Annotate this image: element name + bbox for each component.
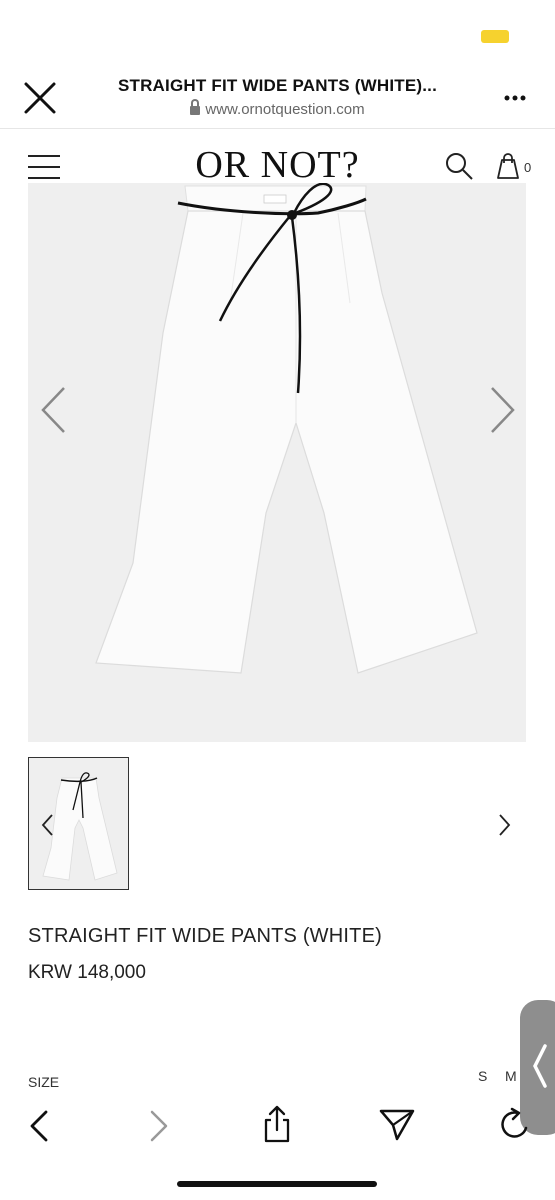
reload-button[interactable] (496, 1106, 534, 1142)
header-divider (0, 128, 555, 129)
url-display[interactable]: www.ornotquestion.com (90, 99, 465, 118)
chevron-left-icon (41, 387, 65, 433)
more-icon (504, 95, 526, 101)
search-icon (446, 153, 473, 180)
chevron-right-icon (491, 387, 515, 433)
chevron-right-icon (499, 814, 511, 836)
brand-logo[interactable]: OR NOT? (170, 143, 385, 187)
product-price: KRW 148,000 (28, 962, 146, 983)
shopping-bag-icon (497, 153, 519, 179)
send-icon (379, 1109, 415, 1141)
thumbnail-next-button[interactable] (496, 813, 512, 837)
chevron-left-icon (41, 814, 53, 836)
close-icon (24, 82, 56, 114)
battery-indicator (481, 30, 509, 43)
lock-icon (190, 99, 201, 115)
share-icon (264, 1105, 290, 1143)
send-button[interactable] (378, 1106, 416, 1142)
product-name: STRAIGHT FIT WIDE PANTS (WHITE) (28, 925, 382, 947)
pants-illustration (95, 182, 478, 674)
reload-icon (501, 1107, 528, 1138)
forward-button[interactable] (146, 1108, 172, 1144)
cart-button[interactable] (494, 151, 522, 181)
page-title: STRAIGHT FIT WIDE PANTS (WHITE)... (117, 76, 438, 95)
chevron-right-icon (150, 1110, 168, 1142)
search-button[interactable] (444, 151, 474, 181)
prev-image-button[interactable] (38, 385, 70, 435)
hamburger-icon (28, 155, 60, 179)
next-image-button[interactable] (486, 385, 518, 435)
share-button[interactable] (258, 1104, 296, 1144)
back-button[interactable] (26, 1108, 52, 1144)
size-label: SIZE (28, 1074, 60, 1090)
menu-button[interactable] (28, 154, 60, 180)
size-option-s[interactable]: S (478, 1068, 487, 1084)
home-indicator[interactable] (177, 1181, 377, 1187)
url-text: www.ornotquestion.com (205, 101, 365, 118)
side-tab-chevron-icon (532, 1042, 548, 1090)
product-image[interactable] (28, 182, 526, 742)
chevron-left-icon (30, 1110, 48, 1142)
more-button[interactable] (500, 88, 532, 106)
cart-count: 0 (524, 160, 532, 175)
thumbnail-prev-button[interactable] (40, 813, 56, 837)
size-option-m[interactable]: M (505, 1068, 517, 1084)
close-button[interactable] (22, 80, 58, 116)
